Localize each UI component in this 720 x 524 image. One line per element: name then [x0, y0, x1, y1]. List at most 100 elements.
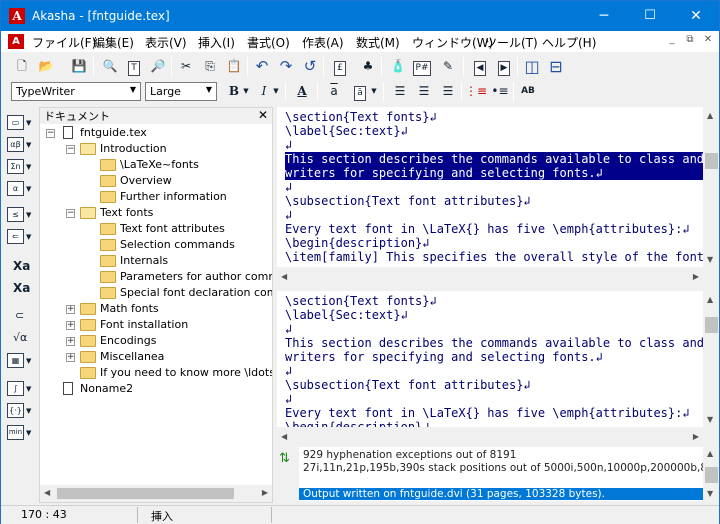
bottle-icon[interactable]: 🧴	[387, 56, 409, 77]
collapse-icon[interactable]: −	[66, 209, 75, 218]
min-icon[interactable]: min ▼	[7, 425, 35, 445]
text-line[interactable]: \label{Sec:text}↲	[285, 124, 408, 138]
open-folder-icon[interactable]: 📂	[35, 56, 57, 77]
maximize-button[interactable]: ☐	[627, 1, 673, 31]
align-center-icon[interactable]: ☰	[413, 81, 435, 102]
menu-insert[interactable]: 挿入(I)	[198, 34, 235, 51]
italic-dropdown-icon[interactable]: ▼	[271, 81, 281, 102]
scroll-down-icon[interactable]: ▼	[707, 489, 713, 498]
output-line-highlighted[interactable]: Output written on fntguide.dvi (31 pages…	[299, 488, 703, 500]
output-refresh-icon[interactable]: ⇅	[279, 451, 290, 466]
expand-icon[interactable]: +	[66, 337, 75, 346]
menu-tools[interactable]: ツール(T)	[485, 34, 538, 51]
ps-icon[interactable]: P#	[411, 56, 433, 77]
text-line[interactable]: Every text font in \LaTeX{} has five \em…	[285, 222, 690, 236]
menu-help[interactable]: ヘルプ(H)	[542, 34, 596, 51]
relation-icon[interactable]: ≤ ▼	[7, 207, 35, 227]
expand-icon[interactable]: +	[66, 321, 75, 330]
tree-horizontal-scrollbar[interactable]: ◀ ▶	[40, 485, 272, 502]
next-window-icon[interactable]: ▶	[493, 56, 515, 77]
text-line[interactable]: ↲	[285, 392, 292, 406]
matrix-icon[interactable]: ▦ ▼	[7, 353, 35, 373]
text-line[interactable]: \section{Text fonts}↲	[285, 294, 437, 308]
align-right-icon[interactable]: ☰	[437, 81, 459, 102]
scroll-up-icon[interactable]: ▲	[707, 449, 713, 458]
scroll-down-icon[interactable]: ▼	[707, 255, 713, 264]
font-size-select[interactable]: Large ▼	[145, 82, 217, 101]
collapse-icon[interactable]: −	[46, 129, 55, 138]
editor-top-horizontal-scrollbar[interactable]: ◀ ▶	[277, 269, 703, 285]
scroll-down-icon[interactable]: ▼	[707, 415, 713, 424]
collapse-icon[interactable]: −	[66, 145, 75, 154]
text-line[interactable]: Every text font in \LaTeX{} has five \em…	[285, 406, 690, 420]
text-line[interactable]: writers for specifying and selecting fon…	[285, 350, 603, 364]
scroll-left-icon[interactable]: ◀	[281, 272, 287, 281]
scroll-right-icon[interactable]: ▶	[693, 432, 699, 441]
edit-image-icon[interactable]: ✎	[437, 56, 459, 77]
new-file-icon[interactable]: 🗋	[11, 56, 33, 77]
align-left-icon[interactable]: ☰	[389, 81, 411, 102]
fraction-icon[interactable]: ▭ ▼	[7, 115, 35, 135]
editor-bottom-horizontal-scrollbar[interactable]: ◀ ▶	[277, 429, 703, 445]
selected-text-line[interactable]: This section describes the commands avai…	[285, 152, 703, 166]
superscript-icon[interactable]: Xa	[7, 281, 35, 301]
ruby-button[interactable]: a	[323, 81, 345, 102]
editor-top-vertical-scrollbar[interactable]: ▲ ▼	[703, 107, 719, 267]
cut-icon[interactable]: ✂	[175, 56, 197, 77]
print-preview-icon[interactable]: 🔍	[99, 56, 121, 77]
menu-file[interactable]: ファイル(F)	[32, 34, 96, 51]
text-line[interactable]: ↲	[285, 322, 292, 336]
expand-icon[interactable]: +	[66, 305, 75, 314]
accent-icon[interactable]: α ▼	[7, 181, 35, 201]
text-line[interactable]: ↲	[285, 180, 292, 194]
output-vertical-scrollbar[interactable]: ▲ ▼	[703, 447, 719, 501]
sum-icon[interactable]: Σn ▼	[7, 159, 35, 179]
menu-window[interactable]: ウィンドウ(W)	[412, 34, 493, 51]
scroll-left-icon[interactable]: ◀	[281, 432, 287, 441]
subscript-icon[interactable]: Xa	[7, 259, 35, 279]
scrollbar-thumb[interactable]	[705, 467, 718, 483]
minimize-button[interactable]: ─	[581, 1, 627, 31]
scroll-right-icon[interactable]: ▶	[693, 272, 699, 281]
menu-format[interactable]: 書式(O)	[247, 34, 290, 51]
arrow-icon[interactable]: ⇐ ▼	[7, 229, 35, 249]
mdi-close-button[interactable]: ✕	[701, 34, 715, 45]
editor-bottom-vertical-scrollbar[interactable]: ▲ ▼	[703, 291, 719, 427]
scroll-up-icon[interactable]: ▲	[707, 111, 713, 120]
binomial-icon[interactable]: αβ ▼	[7, 137, 35, 157]
equation-icon[interactable]: ∫ ▼	[7, 381, 35, 401]
output-line[interactable]: 929 hyphenation exceptions out of 8191	[303, 449, 516, 461]
scroll-right-icon[interactable]: ▶	[262, 488, 268, 497]
save-icon[interactable]: 💾	[68, 56, 90, 77]
selected-text-line[interactable]: writers for specifying and selecting fon…	[285, 166, 703, 180]
sqrt-icon[interactable]: √α	[7, 331, 35, 351]
text-line[interactable]: \label{Sec:text}↲	[285, 308, 408, 322]
menu-math[interactable]: 数式(M)	[356, 34, 400, 51]
output-line[interactable]: 27i,11n,21p,195b,390s stack positions ou…	[303, 462, 703, 474]
refresh-icon[interactable]: ↺	[299, 56, 321, 77]
editor-pane-bottom[interactable]: \section{Text fonts}↲ \label{Sec:text}↲ ↲ T…	[277, 291, 703, 427]
text-line[interactable]: ↲	[285, 364, 292, 378]
text-line[interactable]: \subsection{Text font attributes}↲	[285, 378, 531, 392]
text-line[interactable]: \begin{description}↲	[285, 236, 430, 250]
prev-window-icon[interactable]: ◀	[469, 56, 491, 77]
scrollbar-thumb[interactable]	[57, 488, 234, 499]
paste-icon[interactable]: 📋	[223, 56, 245, 77]
split-horizontal-icon[interactable]: ⊟	[545, 56, 567, 77]
box-button[interactable]: ā	[349, 81, 371, 102]
output-pane[interactable]: 929 hyphenation exceptions out of 8191 27…	[299, 447, 703, 501]
copy-icon[interactable]: ⎘	[199, 56, 221, 77]
text-line[interactable]: ↲	[285, 208, 292, 222]
close-icon[interactable]: ✕	[258, 108, 268, 122]
undo-icon[interactable]: ↶	[251, 56, 273, 77]
box-dropdown-icon[interactable]: ▼	[369, 81, 379, 102]
text-line[interactable]: \section{Text fonts}↲	[285, 110, 437, 124]
scrollbar-thumb[interactable]	[705, 317, 718, 333]
tree-icon[interactable]: ♣	[357, 56, 379, 77]
text-line[interactable]: ↲	[285, 138, 292, 152]
text-line[interactable]: This section describes the commands avai…	[285, 336, 703, 350]
typeset-icon[interactable]: T	[123, 56, 145, 77]
symbol-icon[interactable]: £	[327, 56, 353, 77]
mdi-restore-button[interactable]: ⧉	[683, 34, 697, 45]
editor-pane-top[interactable]: \section{Text fonts}↲ \label{Sec:text}↲ ↲ T…	[277, 107, 703, 267]
